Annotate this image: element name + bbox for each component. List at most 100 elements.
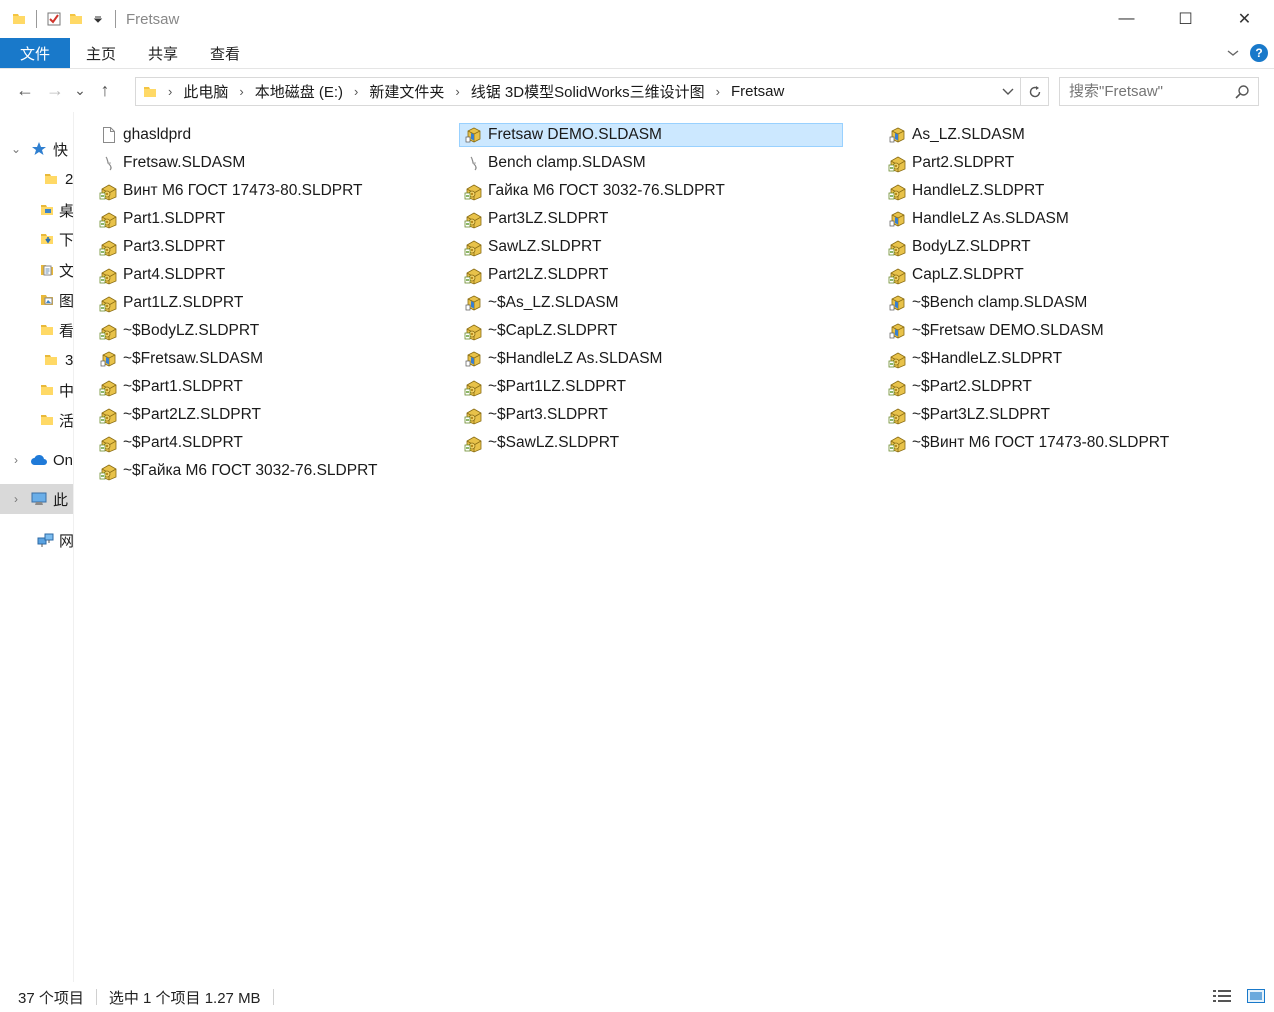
file-item[interactable]: Part3.SLDPRT (77, 235, 461, 259)
file-item[interactable]: CapLZ.SLDPRT (866, 263, 1250, 287)
sidebar-item[interactable]: ⌄ 快 (0, 134, 73, 164)
up-button[interactable]: ↑ (90, 76, 120, 106)
file-item[interactable]: Part1.SLDPRT (77, 207, 461, 231)
file-item[interactable]: ~$Part2LZ.SLDPRT (77, 403, 461, 427)
sidebar-item-label: 活 (58, 412, 74, 430)
file-item[interactable]: Винт М6 ГОСТ 17473-80.SLDPRT (77, 179, 461, 203)
breadcrumb-this-pc[interactable]: 此电脑 (183, 81, 228, 102)
folder-icon (39, 411, 55, 429)
file-item[interactable]: ~$SawLZ.SLDPRT (459, 431, 843, 455)
recent-locations-button[interactable]: ⌄ (70, 76, 90, 106)
file-item[interactable]: ~$Part3LZ.SLDPRT (866, 403, 1250, 427)
sidebar-item[interactable]: 图 (0, 285, 73, 315)
item-count: 37 个项目 (18, 989, 84, 1007)
sidebar-item[interactable]: › 此 (0, 484, 73, 514)
file-item[interactable]: ~$Part1LZ.SLDPRT (459, 375, 843, 399)
file-name: Part1.SLDPRT (123, 210, 226, 227)
file-item[interactable]: ~$Fretsaw.SLDASM (77, 347, 461, 371)
tab-home[interactable]: 主页 (70, 38, 132, 68)
help-button[interactable]: ? (1250, 44, 1268, 62)
folder-icon (142, 84, 158, 100)
sldprt-icon (99, 377, 119, 397)
expand-chevron-icon[interactable]: › (9, 453, 23, 467)
file-item[interactable]: HandleLZ As.SLDASM (866, 207, 1250, 231)
file-item[interactable]: ~$Fretsaw DEMO.SLDASM (866, 319, 1250, 343)
search-icon[interactable] (1234, 84, 1250, 104)
file-item[interactable]: ~$Гайка М6 ГОСТ 3032-76.SLDPRT (77, 459, 461, 483)
file-name: ~$Fretsaw DEMO.SLDASM (912, 322, 1104, 339)
refresh-button[interactable] (1020, 78, 1048, 105)
file-item[interactable]: ~$BodyLZ.SLDPRT (77, 319, 461, 343)
customize-dropdown-icon[interactable] (87, 8, 109, 30)
sidebar-item[interactable]: 3 (0, 345, 73, 375)
tab-share[interactable]: 共享 (132, 38, 194, 68)
download-folder-icon (39, 230, 55, 248)
breadcrumb-separator[interactable]: › (354, 84, 358, 99)
file-item[interactable]: Fretsaw.SLDASM (77, 151, 461, 175)
file-item[interactable]: Part2LZ.SLDPRT (459, 263, 843, 287)
sidebar-item[interactable]: 中 (0, 375, 73, 405)
file-item[interactable]: ~$CapLZ.SLDPRT (459, 319, 843, 343)
breadcrumb-separator[interactable]: › (168, 84, 172, 99)
minimize-button[interactable]: — (1097, 0, 1156, 38)
file-item[interactable]: ~$Bench clamp.SLDASM (866, 291, 1250, 315)
file-item[interactable]: ~$HandleLZ.SLDPRT (866, 347, 1250, 371)
file-item[interactable]: Part4.SLDPRT (77, 263, 461, 287)
breadcrumb-separator[interactable]: › (716, 84, 720, 99)
breadcrumb-new-folder[interactable]: 新建文件夹 (369, 81, 444, 102)
file-item[interactable]: Fretsaw DEMO.SLDASM (459, 123, 843, 147)
large-icons-view-button[interactable] (1246, 988, 1266, 1004)
tab-file[interactable]: 文件 (0, 38, 70, 68)
sidebar-item[interactable]: › On (0, 445, 73, 475)
new-folder-icon[interactable] (65, 8, 87, 30)
file-item[interactable]: ~$Part2.SLDPRT (866, 375, 1250, 399)
close-button[interactable]: ✕ (1215, 0, 1274, 38)
forward-button[interactable]: → (40, 76, 70, 106)
sidebar-item[interactable]: 桌 (0, 195, 73, 225)
sldprt-icon (464, 321, 484, 341)
sidebar-item[interactable]: 活 (0, 405, 74, 435)
file-item[interactable]: ~$HandleLZ As.SLDASM (459, 347, 843, 371)
details-view-button[interactable] (1212, 988, 1232, 1004)
file-item[interactable]: ~$Part3.SLDPRT (459, 403, 843, 427)
address-history-dropdown[interactable] (998, 78, 1018, 105)
file-item[interactable]: ~$Part4.SLDPRT (77, 431, 461, 455)
file-item[interactable]: Гайка М6 ГОСТ 3032-76.SLDPRT (459, 179, 843, 203)
breadcrumb-drive-e[interactable]: 本地磁盘 (E:) (255, 81, 343, 102)
file-item[interactable]: ~$Винт М6 ГОСТ 17473-80.SLDPRT (866, 431, 1250, 455)
file-item[interactable]: SawLZ.SLDPRT (459, 235, 843, 259)
properties-icon[interactable] (43, 8, 65, 30)
sidebar-item[interactable]: 下 (0, 224, 73, 254)
file-item[interactable]: Part3LZ.SLDPRT (459, 207, 843, 231)
search-box[interactable] (1059, 77, 1259, 106)
file-item[interactable]: ghasldprd (77, 123, 461, 147)
file-item[interactable]: Part2.SLDPRT (866, 151, 1250, 175)
search-input[interactable] (1069, 83, 1229, 100)
sidebar-item[interactable]: 网 (0, 525, 73, 555)
maximize-button[interactable]: ☐ (1156, 0, 1215, 38)
expand-ribbon-icon[interactable] (1226, 45, 1240, 62)
tab-view[interactable]: 查看 (194, 38, 256, 68)
sidebar-item[interactable]: 2 (0, 164, 73, 194)
sidebar-item[interactable]: 看 (0, 315, 73, 345)
breadcrumb-fretsaw-models[interactable]: 线锯 3D模型SolidWorks三维设计图 (471, 81, 705, 102)
file-item[interactable]: Part1LZ.SLDPRT (77, 291, 461, 315)
file-item[interactable]: Bench clamp.SLDASM (459, 151, 843, 175)
file-item[interactable]: BodyLZ.SLDPRT (866, 235, 1250, 259)
expand-chevron-icon[interactable]: ⌄ (9, 142, 23, 156)
sidebar-item[interactable]: 文 (0, 255, 73, 285)
expand-chevron-icon[interactable]: › (9, 492, 23, 506)
file-name: ~$HandleLZ As.SLDASM (488, 350, 663, 367)
file-item[interactable]: ~$As_LZ.SLDASM (459, 291, 843, 315)
breadcrumb-separator[interactable]: › (239, 84, 243, 99)
address-bar[interactable]: › 此电脑 › 本地磁盘 (E:) › 新建文件夹 › 线锯 3D模型Solid… (135, 77, 1049, 106)
sldprt-icon (464, 237, 484, 257)
file-item[interactable]: As_LZ.SLDASM (866, 123, 1250, 147)
back-button[interactable]: ← (10, 76, 40, 106)
breadcrumb-separator[interactable]: › (455, 84, 459, 99)
breadcrumb-fretsaw[interactable]: Fretsaw (731, 83, 784, 100)
file-item[interactable]: ~$Part1.SLDPRT (77, 375, 461, 399)
file-name: ~$Part1LZ.SLDPRT (488, 378, 626, 395)
sldprt-icon (888, 153, 908, 173)
file-item[interactable]: HandleLZ.SLDPRT (866, 179, 1250, 203)
